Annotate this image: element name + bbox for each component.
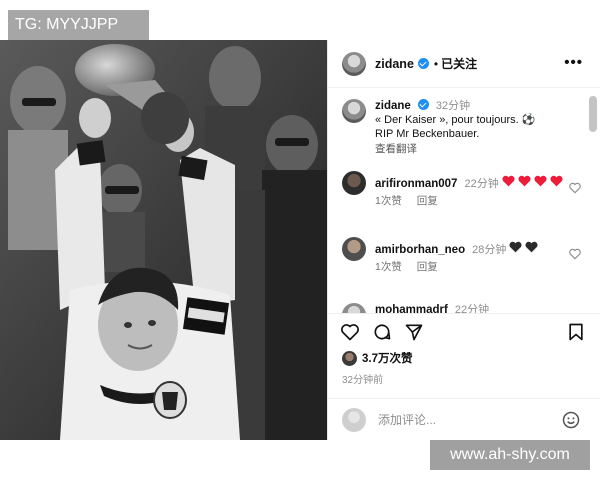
red-heart-emoji <box>550 175 563 187</box>
likes-count[interactable]: 3.7万次赞 <box>362 350 413 366</box>
comment-username[interactable]: arifironman007 <box>375 178 457 190</box>
emoji-icon[interactable] <box>561 410 581 430</box>
caption-text-line2: RIP Mr Beckenbauer. <box>375 128 480 140</box>
likes-summary[interactable]: 3.7万次赞 <box>342 350 413 366</box>
watermark-top-left: TG: MYYJJPP <box>8 10 149 40</box>
post-sidebar: zidane • 已关注 ••• zidane 32分钟 « Der Kaise… <box>327 40 600 440</box>
post-timestamp: 32分钟前 <box>342 375 384 386</box>
comment-text-hearts <box>502 175 563 187</box>
share-icon[interactable] <box>404 322 424 342</box>
see-translation-link[interactable]: 查看翻译 <box>375 143 417 155</box>
comment-username[interactable]: amirborhan_neo <box>375 244 465 256</box>
more-icon[interactable]: ••• <box>564 54 583 71</box>
comment-time: 28分钟 <box>472 244 507 256</box>
heart-icon[interactable] <box>340 322 360 342</box>
caption-avatar[interactable] <box>342 99 366 123</box>
comment-likes[interactable]: 1次赞 <box>375 195 402 207</box>
comment-time: 22分钟 <box>464 178 499 190</box>
comment-likes[interactable]: 1次赞 <box>375 261 402 273</box>
heart-icon[interactable] <box>568 247 582 261</box>
commenter-avatar[interactable] <box>342 171 366 195</box>
reply-button[interactable]: 回复 <box>417 195 438 207</box>
comment-username[interactable]: mohammadrf <box>375 304 448 313</box>
add-comment-input[interactable]: 添加评论... <box>378 411 436 428</box>
comment-time: 22分钟 <box>454 304 490 313</box>
comment-text-hearts <box>509 241 538 253</box>
comments-list[interactable]: zidane 32分钟 « Der Kaiser », pour toujour… <box>328 89 600 313</box>
bookmark-icon[interactable] <box>566 322 586 342</box>
reply-button[interactable]: 回复 <box>417 261 438 273</box>
verified-badge-icon <box>417 99 429 110</box>
comments-scrollbar[interactable] <box>589 96 597 132</box>
post-header: zidane • 已关注 ••• <box>328 40 600 88</box>
beckenbauer-trophy-photo <box>0 40 327 440</box>
red-heart-emoji <box>502 175 515 187</box>
soccer-ball-emoji: ⚽ <box>521 114 536 126</box>
caption-text-line1: « Der Kaiser », pour toujours. <box>375 114 519 126</box>
author-avatar[interactable] <box>342 51 366 76</box>
add-comment-bar: 添加评论... <box>328 398 600 440</box>
commenter-avatar[interactable] <box>342 303 366 313</box>
author-username[interactable]: zidane <box>375 57 414 71</box>
post-photo[interactable] <box>0 40 327 440</box>
red-heart-emoji <box>518 175 531 187</box>
post-action-bar <box>328 313 600 347</box>
watermark-bottom-right: www.ah-shy.com <box>430 440 590 470</box>
red-heart-emoji <box>534 175 547 187</box>
current-user-avatar <box>342 407 366 432</box>
commenter-avatar[interactable] <box>342 237 366 261</box>
caption-time: 32分钟 <box>435 100 471 112</box>
verified-badge-icon <box>417 58 429 69</box>
separator-dot: • <box>433 56 439 71</box>
heart-icon[interactable] <box>568 181 582 195</box>
comment-icon[interactable] <box>372 322 392 342</box>
following-button[interactable]: 已关注 <box>441 55 477 72</box>
caption-username[interactable]: zidane <box>375 100 411 112</box>
liker-avatar <box>342 350 357 366</box>
black-heart-emoji <box>509 241 522 253</box>
black-heart-emoji <box>525 241 538 253</box>
